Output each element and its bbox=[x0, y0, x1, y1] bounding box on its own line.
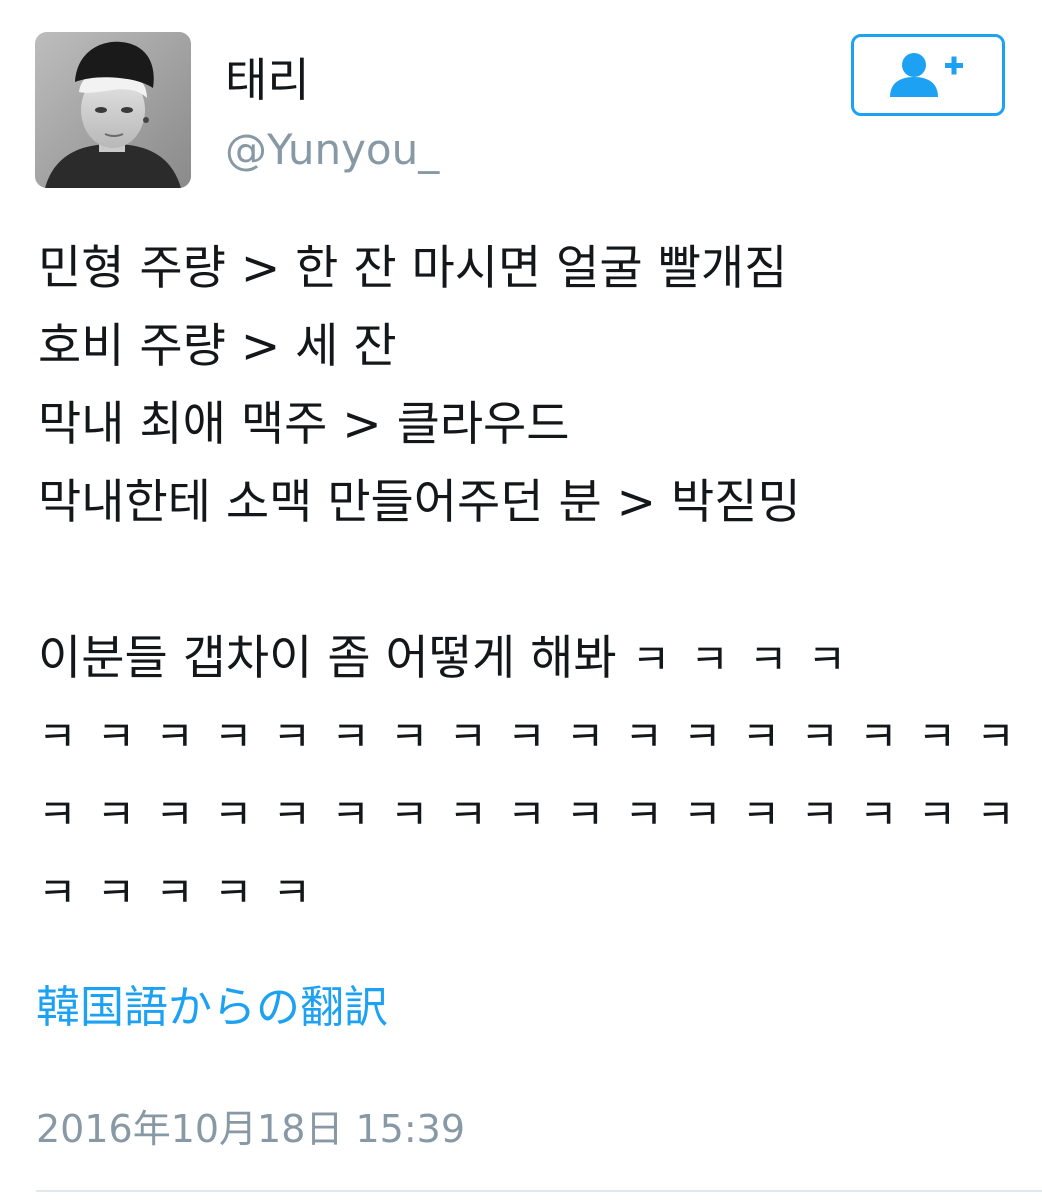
avatar[interactable] bbox=[35, 32, 191, 188]
add-user-icon bbox=[890, 53, 963, 97]
tweet-line: 막내 최애 맥주 > 클라우드 bbox=[38, 397, 570, 452]
tweet-laugh-text: ㅋㅋㅋㅋ bbox=[631, 635, 867, 684]
follow-button[interactable] bbox=[851, 34, 1005, 116]
tweet-laugh-line: ㅋㅋㅋㅋㅋㅋㅋㅋㅋㅋㅋㅋㅋㅋㅋㅋㅋㅋ bbox=[38, 790, 1042, 839]
avatar-image bbox=[35, 32, 191, 188]
tweet-line: 막내한테 소맥 만들어주던 분 > 박짇밍 bbox=[38, 475, 801, 530]
divider bbox=[36, 1190, 1042, 1192]
user-handle[interactable]: @Yunyou_ bbox=[225, 124, 439, 176]
tweet-text: 민형 주량 > 한 잔 마시면 얼굴 빨개짐 호비 주량 > 세 잔 막내 최애… bbox=[38, 230, 1042, 932]
paragraph-break bbox=[38, 542, 1008, 620]
translate-link[interactable]: 韓国語からの翻訳 bbox=[36, 980, 388, 1036]
tweet-timestamp[interactable]: 2016年10月18日 15:39 bbox=[36, 1104, 465, 1154]
tweet-laugh-line: ㅋㅋㅋㅋㅋ bbox=[38, 868, 332, 917]
tweet-line: 이분들 갭차이 좀 어떻게 해봐 ㅋㅋㅋㅋ bbox=[38, 620, 1008, 698]
display-name[interactable]: 태리 bbox=[225, 52, 310, 108]
tweet-closing-text: 이분들 갭차이 좀 어떻게 해봐 bbox=[38, 631, 632, 686]
tweet-line: 호비 주량 > 세 잔 bbox=[38, 319, 397, 374]
tweet-laugh-line: ㅋㅋㅋㅋㅋㅋㅋㅋㅋㅋㅋㅋㅋㅋㅋㅋㅋㅋ bbox=[38, 712, 1042, 761]
tweet-line: 민형 주량 > 한 잔 마시면 얼굴 빨개짐 bbox=[38, 241, 788, 296]
